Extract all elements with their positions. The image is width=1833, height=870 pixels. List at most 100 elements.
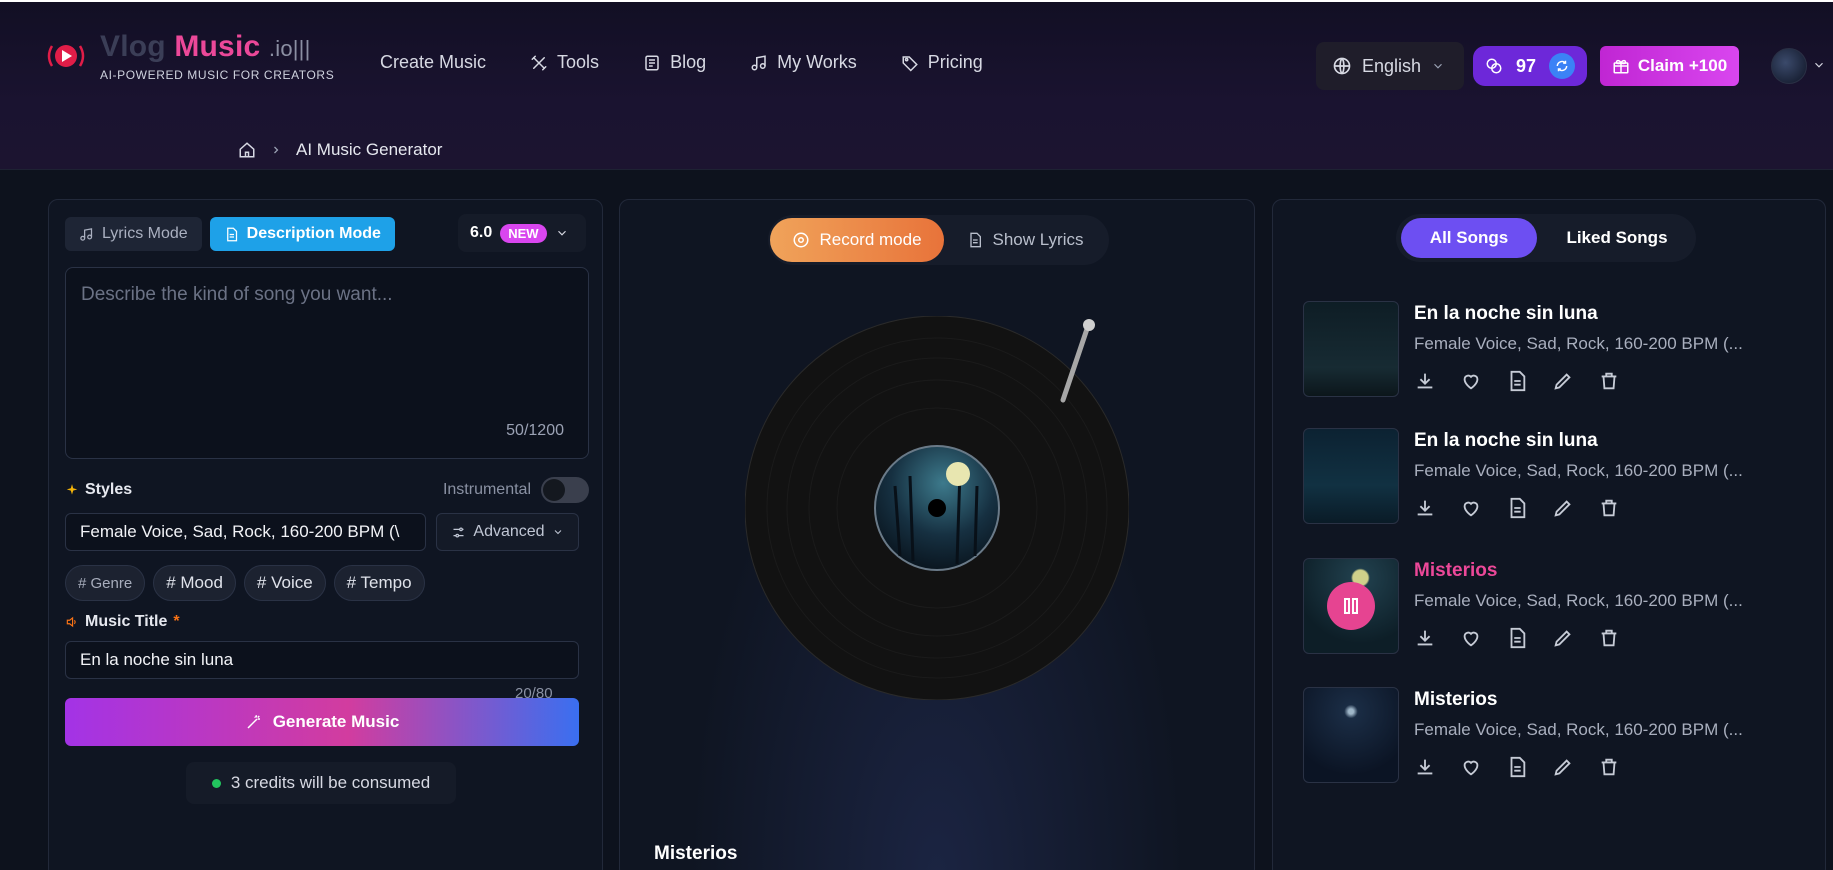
delete-icon[interactable] <box>1598 627 1620 649</box>
chevron-down-icon <box>554 530 561 535</box>
song-cover <box>1303 687 1399 783</box>
credits-count: 97 <box>1515 55 1537 76</box>
download-icon[interactable] <box>1414 370 1436 392</box>
chevron-down-icon[interactable] <box>1812 58 1826 72</box>
song-actions <box>1414 370 1620 392</box>
song-tags: Female Voice, Sad, Rock, 160-200 BPM (..… <box>1414 334 1743 353</box>
heart-icon[interactable] <box>1460 627 1482 649</box>
songs-tabs: All Songs Liked Songs <box>1396 214 1696 262</box>
delete-icon[interactable] <box>1598 497 1620 519</box>
heart-icon[interactable] <box>1460 370 1482 392</box>
home-icon[interactable] <box>238 141 256 159</box>
advanced-button[interactable]: Advanced <box>436 513 579 551</box>
breadcrumb-current: AI Music Generator <box>296 140 443 159</box>
styles-label: Styles <box>65 481 132 499</box>
logo[interactable]: Vlog Music .io||| AI-POWERED MUSIC FOR C… <box>42 30 334 82</box>
song-title: Misterios <box>1414 689 1498 710</box>
player-panel: Record mode Show Lyrics Misterios <box>619 199 1255 870</box>
logo-play-icon <box>42 32 90 80</box>
create-panel: Lyrics Mode Description Mode 6.0 NEW Des… <box>48 199 603 870</box>
nav-pricing[interactable]: Pricing <box>901 52 983 73</box>
pause-button[interactable] <box>1327 582 1375 630</box>
song-actions <box>1414 497 1620 519</box>
magic-wand-icon <box>247 715 260 729</box>
model-version-select[interactable]: 6.0 NEW <box>458 214 586 252</box>
music-note-icon <box>751 54 766 70</box>
credits-badge[interactable]: 97 <box>1473 46 1587 86</box>
music-title-input[interactable]: En la noche sin luna <box>65 641 579 679</box>
generate-music-button[interactable]: Generate Music <box>65 698 579 746</box>
style-tags: # Genre # Mood # Voice # Tempo <box>65 565 425 601</box>
nav-tools[interactable]: Tools <box>530 52 599 73</box>
refresh-icon[interactable] <box>1549 53 1575 79</box>
logo-title: Vlog Music .io||| <box>100 30 311 63</box>
speaker-icon <box>66 616 76 628</box>
pause-icon <box>1344 598 1358 614</box>
description-mode-tab[interactable]: Description Mode <box>209 217 395 251</box>
download-icon[interactable] <box>1414 756 1436 778</box>
description-textarea[interactable]: Describe the kind of song you want... 50… <box>65 267 589 459</box>
instrumental-label: Instrumental <box>442 481 531 498</box>
lyrics-icon[interactable] <box>1506 497 1528 519</box>
edit-icon[interactable] <box>1552 756 1574 778</box>
tag-voice[interactable]: # Voice <box>243 565 326 601</box>
song-cover <box>1303 301 1399 397</box>
nav-blog[interactable]: Blog <box>643 52 706 73</box>
tag-genre[interactable]: # Genre <box>65 565 146 601</box>
credits-consumed-note: 3 credits will be consumed <box>186 762 456 804</box>
delete-icon[interactable] <box>1598 370 1620 392</box>
language-select[interactable]: English <box>1316 42 1464 90</box>
edit-icon[interactable] <box>1552 497 1574 519</box>
new-badge: NEW <box>500 223 547 243</box>
player-mode-tabs: Record mode Show Lyrics <box>768 215 1109 265</box>
tab-liked-songs[interactable]: Liked Songs <box>1543 218 1691 258</box>
show-lyrics-tab[interactable]: Show Lyrics <box>944 230 1107 250</box>
delete-icon[interactable] <box>1598 756 1620 778</box>
songs-panel: All Songs Liked Songs En la noche sin lu… <box>1272 199 1826 870</box>
chevron-down-icon <box>557 230 566 236</box>
music-title-label: Music Title * <box>65 613 180 631</box>
record-mode-tab[interactable]: Record mode <box>770 218 944 262</box>
vinyl-record[interactable] <box>745 316 1129 700</box>
lyrics-icon[interactable] <box>1506 370 1528 392</box>
breadcrumb: AI Music Generator <box>238 140 442 160</box>
edit-icon[interactable] <box>1552 627 1574 649</box>
song-actions <box>1414 756 1620 778</box>
song-cover <box>1303 558 1399 654</box>
tag-mood[interactable]: # Mood <box>153 565 236 601</box>
coins-icon <box>1486 58 1502 74</box>
status-dot <box>211 778 221 788</box>
nav-my-works[interactable]: My Works <box>750 52 857 73</box>
language-label: English <box>1362 55 1422 76</box>
now-playing-title: Misterios <box>654 843 738 864</box>
tag-icon <box>902 55 918 72</box>
heart-icon[interactable] <box>1460 756 1482 778</box>
document-icon <box>226 227 237 241</box>
claim-credits-button[interactable]: Claim +100 <box>1600 46 1739 86</box>
chevron-down-icon <box>1434 63 1442 69</box>
song-item[interactable]: En la noche sin luna Female Voice, Sad, … <box>1303 301 1813 401</box>
song-item[interactable]: Misterios Female Voice, Sad, Rock, 160-2… <box>1303 687 1813 787</box>
gift-icon <box>1613 59 1629 74</box>
instrumental-toggle[interactable] <box>541 477 589 503</box>
song-item[interactable]: En la noche sin luna Female Voice, Sad, … <box>1303 428 1813 528</box>
user-avatar[interactable] <box>1771 48 1807 84</box>
download-icon[interactable] <box>1414 627 1436 649</box>
lyrics-icon[interactable] <box>1506 756 1528 778</box>
nav-create-music[interactable]: Create Music <box>380 52 486 73</box>
styles-input[interactable]: Female Voice, Sad, Rock, 160-200 BPM (\ <box>65 513 426 551</box>
song-item-playing[interactable]: Misterios Female Voice, Sad, Rock, 160-2… <box>1303 558 1813 658</box>
music-note-icon <box>80 227 93 241</box>
blog-icon <box>645 55 659 70</box>
main-nav: Create Music Tools Blog My Works Pricing <box>380 52 983 73</box>
disc-icon <box>793 232 809 248</box>
download-icon[interactable] <box>1414 497 1436 519</box>
song-title: Misterios <box>1414 560 1498 581</box>
edit-icon[interactable] <box>1552 370 1574 392</box>
heart-icon[interactable] <box>1460 497 1482 519</box>
tab-all-songs[interactable]: All Songs <box>1401 218 1537 258</box>
tag-tempo[interactable]: # Tempo <box>333 565 425 601</box>
song-title: En la noche sin luna <box>1414 430 1598 451</box>
lyrics-mode-tab[interactable]: Lyrics Mode <box>65 217 202 251</box>
lyrics-icon[interactable] <box>1506 627 1528 649</box>
